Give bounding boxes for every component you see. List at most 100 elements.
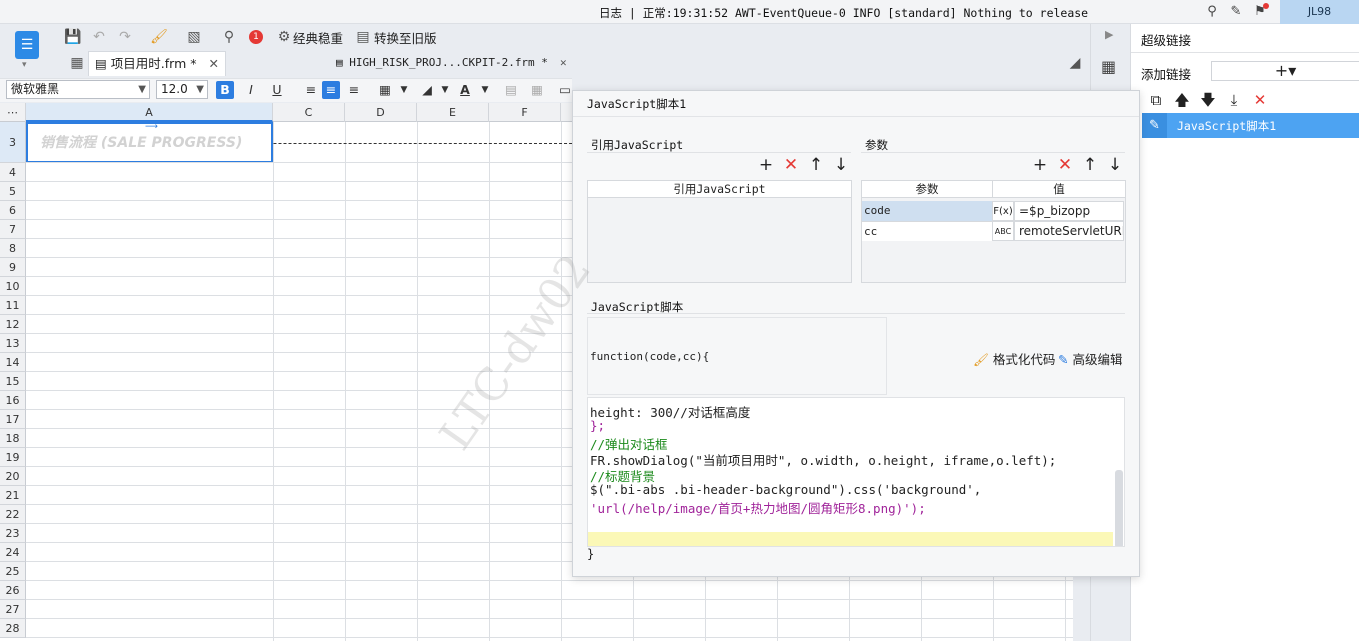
row-header[interactable]: 5 [0,182,26,201]
param-value-input[interactable]: =$p_bizopp [1014,201,1124,221]
row-header[interactable]: 24 [0,543,26,562]
collapse-arrow-icon[interactable]: ▶ [1105,28,1113,41]
app-logo-icon[interactable]: ☰ [15,31,39,59]
param-value-input[interactable]: remoteServletURL [1014,221,1124,241]
chevron-down-icon[interactable]: ▼ [436,81,454,99]
add-param-icon[interactable]: + [1030,155,1050,175]
row-header[interactable]: 8 [0,239,26,258]
font-size-select[interactable]: 12.0 ▼ [156,80,208,99]
text-type-icon[interactable]: ABC [992,221,1014,241]
column-header-c[interactable]: C [273,103,345,122]
advanced-edit-button[interactable]: ✎ 高级编辑 [1058,349,1122,368]
logo-dropdown-icon[interactable]: ▾ [22,60,27,70]
row-header[interactable]: 17 [0,410,26,429]
delete-param-icon[interactable]: ✕ [1055,155,1075,175]
unmerge-cells-icon[interactable]: ▦ [528,81,546,99]
row-header[interactable]: 4 [0,163,26,182]
move-bottom-icon[interactable]: ⤓ [1225,90,1243,110]
add-icon[interactable]: + [756,155,776,175]
row-header[interactable]: 22 [0,505,26,524]
row-header[interactable]: 11 [0,296,26,315]
tab-high-risk-proj[interactable]: ▤ HIGH_RISK_PROJ...CKPIT-2.frm * ✕ [330,51,573,76]
arrow-up-icon[interactable]: 🡅 [1173,90,1191,110]
row-header[interactable]: 16 [0,391,26,410]
row-header[interactable]: 26 [0,581,26,600]
row-header[interactable]: 14 [0,353,26,372]
select-all-corner[interactable]: ⋯ [0,103,26,122]
row-header[interactable]: 7 [0,220,26,239]
edit-note-icon[interactable]: ✎ [1228,4,1244,20]
column-header-f[interactable]: F [489,103,561,122]
preview-icon[interactable]: ▧ [185,28,203,46]
user-badge[interactable]: JL98 [1280,0,1359,24]
params-table[interactable]: 参数 值 code F(x) =$p_bizopp cc ABC remoteS… [861,180,1126,283]
row-header[interactable]: 18 [0,429,26,448]
editor-scrollbar[interactable] [1115,470,1123,546]
param-name-cell[interactable]: cc [862,221,992,241]
tab-project-time[interactable]: ▤ 项目用时.frm * ✕ [88,51,226,76]
brush-icon: 🖌 [973,352,989,367]
text-color-button[interactable]: A [456,81,474,99]
menu-arrow-icon[interactable]: ◢ [1066,54,1084,72]
redo-icon[interactable]: ↷ [116,28,134,46]
row-header[interactable]: 19 [0,448,26,467]
align-center-icon[interactable]: ≡ [322,81,340,99]
row-header[interactable]: 3 [0,122,26,163]
row-header[interactable]: 28 [0,619,26,638]
save-icon[interactable]: 💾 [64,28,82,46]
formula-icon[interactable]: F(x) [992,201,1014,221]
bold-button[interactable]: B [216,81,234,99]
border-icon[interactable]: ▦ [376,81,394,99]
chevron-down-icon[interactable]: ▼ [395,81,413,99]
column-header-e[interactable]: E [417,103,489,122]
row-header[interactable]: 9 [0,258,26,277]
row-header[interactable]: 10 [0,277,26,296]
chevron-down-icon[interactable]: ▼ [476,81,494,99]
arrow-down-icon[interactable]: 🡇 [1199,90,1217,110]
close-icon[interactable]: ✕ [560,56,567,69]
arrow-up-icon[interactable]: ↑ [806,155,826,175]
column-header-a[interactable]: A [26,103,273,122]
search-icon[interactable]: ⚲ [1204,4,1220,20]
link-item-js1[interactable]: ✎ JavaScript脚本1 [1142,113,1359,138]
grid-view-icon[interactable]: ▦ [68,54,86,72]
notification-badge[interactable]: 1 [249,30,263,44]
add-link-button[interactable]: +▾ [1211,61,1359,81]
properties-icon[interactable]: ▦ [1101,57,1116,76]
search-template-icon[interactable]: ⚲ [220,28,238,46]
format-brush-icon[interactable]: 🖌 [150,28,168,46]
row-header[interactable]: 25 [0,562,26,581]
convert-icon[interactable]: ▤ [354,28,372,46]
param-up-icon[interactable]: ↑ [1080,155,1100,175]
delete-icon[interactable]: ✕ [781,155,801,175]
row-header[interactable]: 23 [0,524,26,543]
undo-icon[interactable]: ↶ [90,28,108,46]
theme-icon[interactable]: ⚙ [275,28,293,46]
italic-button[interactable]: I [242,81,260,99]
font-name-select[interactable]: 微软雅黑 ▼ [6,80,150,99]
code-editor[interactable]: height: 300//对话框高度 }; //弹出对话框 FR.showDia… [587,397,1125,547]
format-code-button[interactable]: 🖌 格式化代码 [973,349,1055,368]
merge-cells-icon[interactable]: ▤ [502,81,520,99]
classic-stable-button[interactable]: 经典稳重 [293,28,343,47]
row-header[interactable]: 15 [0,372,26,391]
param-down-icon[interactable]: ↓ [1105,155,1125,175]
row-header[interactable]: 27 [0,600,26,619]
convert-old-version-button[interactable]: 转换至旧版 [374,28,437,47]
column-header-d[interactable]: D [345,103,417,122]
row-header[interactable]: 21 [0,486,26,505]
underline-button[interactable]: U [268,81,286,99]
align-left-icon[interactable]: ≡ [302,81,320,99]
align-right-icon[interactable]: ≡ [345,81,363,99]
row-header[interactable]: 12 [0,315,26,334]
row-header[interactable]: 6 [0,201,26,220]
fill-color-icon[interactable]: ◢ [418,81,436,99]
param-name-cell[interactable]: code [862,201,992,221]
row-header[interactable]: 20 [0,467,26,486]
close-icon[interactable]: ✕ [209,56,219,71]
delete-icon[interactable]: ✕ [1251,90,1269,110]
arrow-down-icon[interactable]: ↓ [831,155,851,175]
copy-icon[interactable]: ⧉ [1147,90,1165,110]
row-header[interactable]: 13 [0,334,26,353]
ref-js-table[interactable]: 引用JavaScript [587,180,852,283]
